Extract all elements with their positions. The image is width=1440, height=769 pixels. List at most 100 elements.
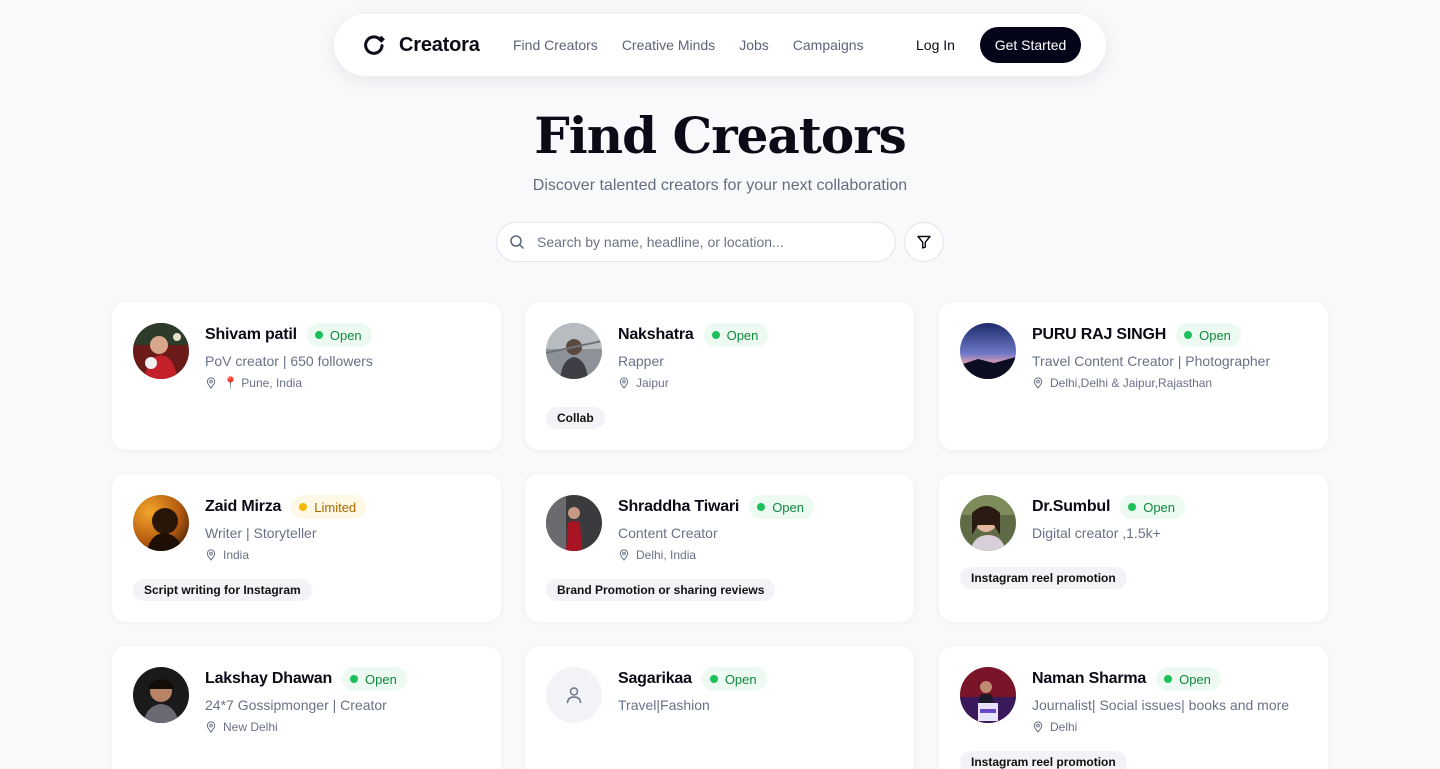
creator-name-row: Lakshay Dhawan Open [205, 667, 407, 691]
creatora-logo-icon [364, 35, 385, 55]
status-label: Open [724, 671, 757, 687]
filter-icon [917, 235, 931, 249]
service-tag: Script writing for Instagram [133, 579, 312, 601]
status-label: Open [1143, 499, 1176, 515]
status-badge: Open [342, 667, 407, 691]
location-pin-icon [1033, 377, 1043, 389]
service-tag: Collab [546, 407, 605, 429]
creator-headline: Rapper [618, 353, 664, 369]
avatar [960, 667, 1016, 723]
status-label: Open [726, 327, 759, 343]
creator-name-row: PURU RAJ SINGH Open [1032, 323, 1241, 347]
creator-name-row: Dr.Sumbul Open [1032, 495, 1186, 519]
creator-card[interactable]: Lakshay Dhawan Open 24*7 Gossipmonger | … [112, 646, 501, 769]
status-dot-icon [350, 675, 359, 683]
brand-name: Creatora [399, 33, 480, 56]
creator-location: India [205, 548, 249, 562]
avatar-placeholder [546, 667, 602, 723]
location-text: New Delhi [223, 720, 278, 734]
status-dot-icon [1184, 331, 1193, 339]
location-pin-icon [619, 377, 629, 389]
creator-headline: Travel|Fashion [618, 697, 710, 713]
creator-name-row: Naman Sharma Open [1032, 667, 1221, 691]
creator-location: Delhi, India [618, 548, 696, 562]
status-badge: Open [749, 495, 814, 519]
status-dot-icon [1128, 503, 1137, 511]
status-label: Open [1199, 327, 1231, 343]
status-badge: Open [1156, 667, 1221, 691]
avatar [546, 323, 602, 379]
location-text: Jaipur [636, 376, 669, 390]
status-label: Limited [314, 499, 357, 515]
status-dot-icon [314, 331, 323, 339]
creator-card[interactable]: Naman Sharma Open Journalist| Social iss… [939, 646, 1328, 769]
nav-link-campaigns[interactable]: Campaigns [793, 37, 864, 53]
creator-name: Shraddha Tiwari [618, 498, 740, 515]
status-badge: Open [701, 667, 767, 691]
creator-headline: PoV creator | 650 followers [205, 353, 373, 369]
creator-headline: Writer | Storyteller [205, 525, 317, 541]
location-text: Delhi,Delhi & Jaipur,Rajasthan [1050, 376, 1213, 390]
get-started-button[interactable]: Get Started [980, 27, 1081, 63]
creator-headline: 24*7 Gossipmonger | Creator [205, 697, 387, 713]
search-bar [496, 222, 896, 262]
creator-headline: Journalist| Social issues| books and mor… [1032, 697, 1290, 713]
creator-headline: Travel Content Creator | Photographer [1032, 353, 1271, 369]
location-pin-icon [206, 721, 216, 733]
status-dot-icon [1164, 675, 1173, 683]
location-pin-icon [206, 377, 216, 389]
creator-name: Nakshatra [618, 326, 694, 343]
location-text: India [223, 548, 250, 562]
top-navbar: Creatora Find Creators Creative Minds Jo… [334, 14, 1106, 76]
creator-location: Jaipur [618, 376, 669, 390]
status-badge: Open [1176, 323, 1241, 347]
creator-card[interactable]: Zaid Mirza Limited Writer | Storyteller … [112, 474, 501, 622]
creator-location: New Delhi [205, 720, 278, 734]
status-label: Open [365, 671, 397, 687]
user-icon [566, 687, 582, 704]
nav-link-jobs[interactable]: Jobs [739, 37, 769, 53]
location-text: Delhi [1050, 720, 1078, 734]
filter-button[interactable] [904, 222, 944, 262]
creator-name-row: Sagarikaa Open [618, 667, 767, 691]
creator-card[interactable]: Shivam patil Open PoV creator | 650 foll… [112, 302, 501, 450]
location-text: Delhi, India [636, 548, 697, 562]
nav-link-find-creators[interactable]: Find Creators [513, 37, 598, 53]
creator-name-row: Shivam patil Open [205, 323, 372, 347]
location-pin-icon [619, 549, 629, 561]
creator-name-row: Zaid Mirza Limited [205, 495, 367, 519]
search-icon [510, 235, 524, 249]
status-dot-icon [709, 675, 718, 683]
creator-headline: Content Creator [618, 525, 718, 541]
creator-name: Lakshay Dhawan [205, 670, 333, 687]
creator-card[interactable]: Sagarikaa Open Travel|Fashion [525, 646, 914, 769]
status-label: Open [1179, 671, 1211, 687]
creator-name: Shivam patil [205, 326, 297, 343]
status-badge: Open [1120, 495, 1186, 519]
location-pin-icon [206, 549, 216, 561]
service-tag: Instagram reel promotion [960, 751, 1127, 769]
creator-card[interactable]: Nakshatra Open Rapper Jaipur Collab [525, 302, 914, 450]
creator-card[interactable]: Shraddha Tiwari Open Content Creator Del… [525, 474, 914, 622]
service-tag: Brand Promotion or sharing reviews [546, 579, 776, 601]
nav-links: Find Creators Creative Minds Jobs Campai… [513, 37, 888, 53]
creator-name-row: Shraddha Tiwari Open [618, 495, 814, 519]
creator-card[interactable]: PURU RAJ SINGH Open Travel Content Creat… [939, 302, 1328, 450]
page-title: Find Creators [534, 106, 907, 165]
creator-card[interactable]: Dr.Sumbul Open Digital creator ,1.5k+ In… [939, 474, 1328, 622]
location-pin-icon [1033, 721, 1043, 733]
creator-name: Sagarikaa [618, 670, 692, 687]
avatar [133, 667, 189, 723]
avatar [960, 323, 1016, 379]
brand-logo[interactable]: Creatora [362, 33, 480, 57]
creator-name: Zaid Mirza [205, 498, 282, 515]
avatar [133, 323, 189, 379]
status-badge: Open [703, 323, 769, 347]
creator-name: Dr.Sumbul [1032, 498, 1111, 515]
search-input[interactable] [537, 223, 887, 261]
page-subtitle: Discover talented creators for your next… [532, 177, 908, 194]
login-link[interactable]: Log In [916, 37, 955, 53]
nav-link-creative-minds[interactable]: Creative Minds [622, 37, 715, 53]
status-dot-icon [299, 503, 308, 511]
status-dot-icon [757, 503, 766, 511]
